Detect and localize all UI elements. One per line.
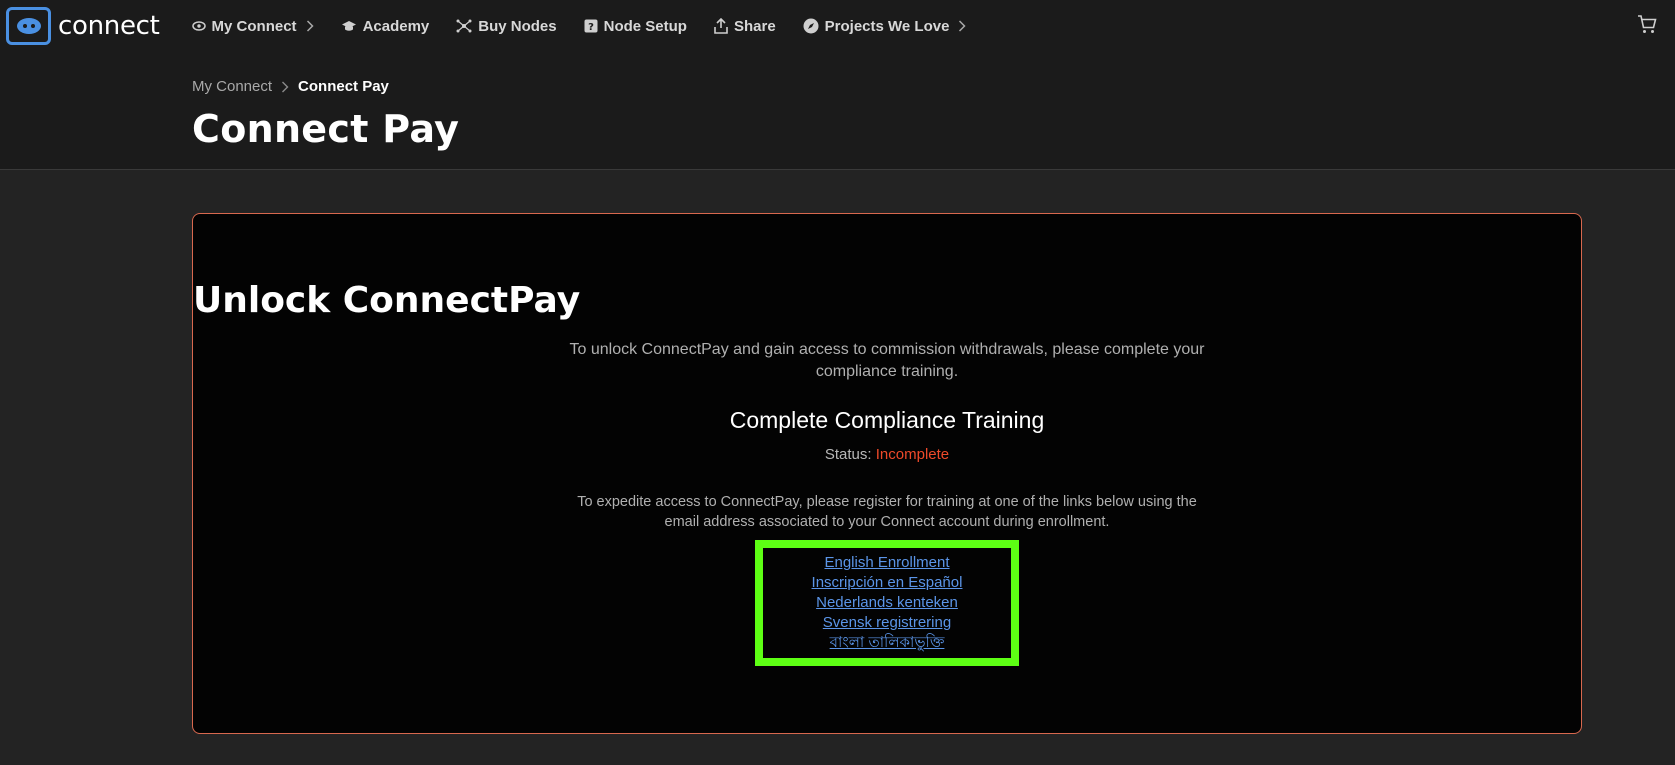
nav-item-label: Academy <box>362 17 430 35</box>
nav-item-academy[interactable]: Academy <box>341 17 430 35</box>
enrollment-links-highlight: English Enrollment Inscripción en Españo… <box>755 540 1019 666</box>
breadcrumb-current: Connect Pay <box>298 78 389 95</box>
chevron-right-icon <box>306 20 314 32</box>
unlock-connectpay-card: Unlock ConnectPay To unlock ConnectPay a… <box>192 213 1582 734</box>
help-box-icon: ? <box>584 19 598 33</box>
nav-item-node-setup[interactable]: ? Node Setup <box>584 18 687 35</box>
link-spanish-enrollment[interactable]: Inscripción en Español <box>812 573 963 593</box>
breadcrumb: My Connect Connect Pay <box>192 78 389 95</box>
status-label: Status: <box>824 446 872 463</box>
cart-icon[interactable] <box>1637 15 1657 39</box>
link-bengali-enrollment[interactable]: বাংলা তালিকাভুক্তি <box>830 633 945 653</box>
page-title: Connect Pay <box>192 107 460 151</box>
nav-item-my-connect[interactable]: My Connect <box>191 17 314 35</box>
link-swedish-enrollment[interactable]: Svensk registrering <box>823 613 951 633</box>
breadcrumb-link-my-connect[interactable]: My Connect <box>192 78 272 95</box>
link-english-enrollment[interactable]: English Enrollment <box>824 553 949 573</box>
status-badge: Incomplete <box>875 446 950 463</box>
chevron-right-icon <box>281 81 289 93</box>
nav-item-label: Projects We Love <box>824 17 950 35</box>
compass-icon <box>803 18 819 34</box>
link-dutch-enrollment[interactable]: Nederlands kenteken <box>816 593 958 613</box>
card-title: Unlock ConnectPay <box>193 280 581 321</box>
network-nodes-icon <box>456 19 472 33</box>
main-nav: My Connect Academy Buy Nodes ? Node Setu… <box>191 17 994 35</box>
eye-icon <box>191 19 206 33</box>
top-navigation-bar: connect My Connect Academy Buy Nodes ? N… <box>0 0 1675 52</box>
nav-item-label: Node Setup <box>603 17 687 35</box>
nav-item-projects-we-love[interactable]: Projects We Love <box>803 18 967 35</box>
compliance-section-title: Complete Compliance Training <box>729 407 1045 433</box>
card-description: To unlock ConnectPay and gain access to … <box>569 341 1205 380</box>
status-line: Status: Incomplete <box>193 446 1581 463</box>
share-upload-icon <box>714 18 728 34</box>
svg-text:?: ? <box>588 22 594 33</box>
brand-logo[interactable]: connect <box>6 4 160 48</box>
brand-name: connect <box>58 11 160 41</box>
nav-item-label: Buy Nodes <box>478 17 557 35</box>
nav-item-share[interactable]: Share <box>714 18 776 35</box>
graduation-cap-icon <box>341 19 357 33</box>
chevron-right-icon <box>958 20 967 32</box>
nav-item-label: Share <box>733 17 776 35</box>
expedite-instructions: To expedite access to ConnectPay, please… <box>577 494 1197 530</box>
nav-item-buy-nodes[interactable]: Buy Nodes <box>456 17 557 35</box>
eye-logo-icon <box>6 7 51 45</box>
page-header: My Connect Connect Pay Connect Pay <box>0 52 1675 170</box>
nav-item-label: My Connect <box>211 17 297 35</box>
